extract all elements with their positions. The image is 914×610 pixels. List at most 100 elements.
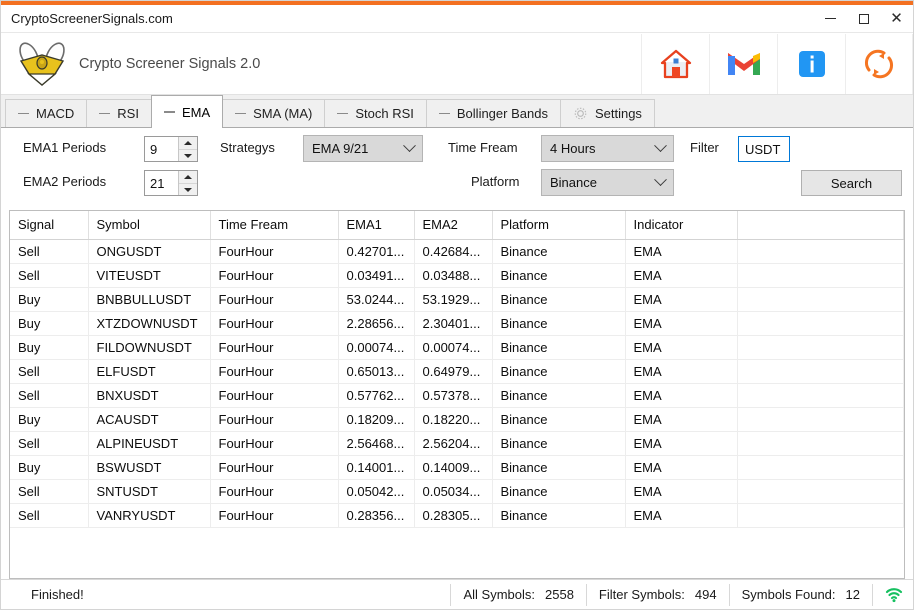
app-header: Crypto Screener Signals 2.0 xyxy=(1,33,913,95)
column-header-indicator[interactable]: Indicator xyxy=(625,211,738,240)
gear-icon xyxy=(574,107,587,120)
column-header-timefream[interactable]: Time Fream xyxy=(210,211,339,240)
timeframe-label: Time Fream xyxy=(448,140,518,155)
bee-logo-icon xyxy=(19,41,65,86)
strategys-value: EMA 9/21 xyxy=(312,141,369,156)
ema1-spin-down[interactable] xyxy=(179,149,197,161)
tab-ema[interactable]: EMA xyxy=(150,95,224,128)
minimize-button[interactable] xyxy=(814,5,847,33)
chevron-down-icon xyxy=(403,139,416,153)
all-symbols-label: All Symbols: xyxy=(463,587,535,602)
table-row[interactable]: Sell BNXUSDT FourHour 0.57762... 0.57378... B… xyxy=(10,383,904,408)
column-header-signal[interactable]: Signal xyxy=(10,211,89,240)
table-row[interactable]: Buy BNBBULLUSDT FourHour 53.0244... 53.1929.… xyxy=(10,287,904,312)
tab-stoch-rsi[interactable]: Stoch RSI xyxy=(324,99,427,127)
ema1-periods-label: EMA1 Periods xyxy=(23,140,107,155)
ema2-spin-down[interactable] xyxy=(179,183,197,195)
close-button[interactable]: ✕ xyxy=(880,5,913,33)
tab-label: Settings xyxy=(594,106,642,121)
chevron-down-icon xyxy=(654,173,667,187)
cell-blank xyxy=(737,287,904,312)
triangle-up-icon xyxy=(184,175,192,179)
cell-blank xyxy=(737,311,904,336)
column-header-ema2[interactable]: EMA2 xyxy=(414,211,493,240)
cell-signal: Sell xyxy=(10,263,89,288)
column-header-symbol[interactable]: Symbol xyxy=(88,211,211,240)
cell-platform: Binance xyxy=(492,335,626,360)
tab-settings[interactable]: Settings xyxy=(559,99,655,127)
filter-input[interactable]: USDT xyxy=(738,136,790,162)
gmail-icon xyxy=(727,52,760,75)
cell-blank xyxy=(737,479,904,504)
symbols-found-stat: Symbols Found: 12 xyxy=(728,583,872,606)
cell-indicator: EMA xyxy=(625,503,738,528)
table-row[interactable]: Buy XTZDOWNUSDT FourHour 2.28656... 2.30401.… xyxy=(10,311,904,336)
cell-indicator: EMA xyxy=(625,383,738,408)
cell-platform: Binance xyxy=(492,479,626,504)
cell-platform: Binance xyxy=(492,407,626,432)
title-bar: CryptoScreenerSignals.com ✕ xyxy=(1,5,913,33)
cell-ema2: 0.57378... xyxy=(414,383,493,408)
tab-macd[interactable]: MACD xyxy=(5,99,88,127)
column-header-blank[interactable] xyxy=(737,211,904,240)
cell-platform: Binance xyxy=(492,359,626,384)
cell-blank xyxy=(737,263,904,288)
cell-timefream: FourHour xyxy=(210,263,339,288)
cell-indicator: EMA xyxy=(625,359,738,384)
cell-timefream: FourHour xyxy=(210,287,339,312)
ema2-spinner xyxy=(178,171,197,195)
timeframe-dropdown[interactable]: 4 Hours xyxy=(541,135,674,162)
ema2-periods-stepper[interactable]: 21 xyxy=(144,170,198,196)
search-button[interactable]: Search xyxy=(801,170,902,196)
cell-ema1: 0.18209... xyxy=(338,407,415,432)
platform-dropdown[interactable]: Binance xyxy=(541,169,674,196)
ema1-periods-value[interactable]: 9 xyxy=(145,137,178,161)
cell-ema1: 0.28356... xyxy=(338,503,415,528)
all-symbols-stat: All Symbols: 2558 xyxy=(450,583,585,606)
cell-blank xyxy=(737,455,904,480)
table-row[interactable]: Sell ELFUSDT FourHour 0.65013... 0.64979... B… xyxy=(10,359,904,384)
table-row[interactable]: Sell ALPINEUSDT FourHour 2.56468... 2.56204.… xyxy=(10,431,904,456)
table-row[interactable]: Sell SNTUSDT FourHour 0.05042... 0.05034... B… xyxy=(10,479,904,504)
ema2-periods-value[interactable]: 21 xyxy=(145,171,178,195)
dash-icon xyxy=(163,111,175,113)
home-icon xyxy=(660,49,691,78)
ema2-spin-up[interactable] xyxy=(179,171,197,183)
table-row[interactable]: Sell VITEUSDT FourHour 0.03491... 0.03488...… xyxy=(10,263,904,288)
table-row[interactable]: Buy ACAUSDT FourHour 0.18209... 0.18220... Bi… xyxy=(10,407,904,432)
refresh-button[interactable] xyxy=(845,33,913,94)
cell-ema2: 0.03488... xyxy=(414,263,493,288)
dash-icon xyxy=(438,112,450,115)
maximize-icon xyxy=(858,13,869,24)
ema1-periods-stepper[interactable]: 9 xyxy=(144,136,198,162)
home-button[interactable] xyxy=(641,33,709,94)
strategys-dropdown[interactable]: EMA 9/21 xyxy=(303,135,423,162)
column-header-ema1[interactable]: EMA1 xyxy=(338,211,415,240)
info-button[interactable] xyxy=(777,33,845,94)
table-row[interactable]: Buy BSWUSDT FourHour 0.14001... 0.14009... Bi… xyxy=(10,455,904,480)
table-row[interactable]: Sell ONGUSDT FourHour 0.42701... 0.42684... B… xyxy=(10,239,904,264)
cell-symbol: VITEUSDT xyxy=(88,263,211,288)
cell-indicator: EMA xyxy=(625,335,738,360)
gmail-button[interactable] xyxy=(709,33,777,94)
cell-ema2: 0.28305... xyxy=(414,503,493,528)
tab-bar: MACD RSI EMA SMA (MA) Stoch RSI Bollinge… xyxy=(1,95,913,128)
filter-symbols-label: Filter Symbols: xyxy=(598,587,685,602)
platform-value: Binance xyxy=(550,175,597,190)
tab-bollinger-bands[interactable]: Bollinger Bands xyxy=(425,99,561,127)
tab-sma[interactable]: SMA (MA) xyxy=(222,99,326,127)
cell-indicator: EMA xyxy=(625,287,738,312)
column-header-platform[interactable]: Platform xyxy=(492,211,626,240)
cell-blank xyxy=(737,335,904,360)
cell-timefream: FourHour xyxy=(210,311,339,336)
maximize-button[interactable] xyxy=(847,5,880,33)
table-row[interactable]: Sell VANRYUSDT FourHour 0.28356... 0.28305..… xyxy=(10,503,904,528)
tab-rsi[interactable]: RSI xyxy=(86,99,152,127)
ema1-spin-up[interactable] xyxy=(179,137,197,149)
table-row[interactable]: Buy FILDOWNUSDT FourHour 0.00074... 0.00074.… xyxy=(10,335,904,360)
cell-ema1: 0.00074... xyxy=(338,335,415,360)
results-grid[interactable]: Signal Symbol Time Fream EMA1 EMA2 Platf… xyxy=(9,210,905,579)
cell-ema1: 2.28656... xyxy=(338,311,415,336)
cell-signal: Buy xyxy=(10,407,89,432)
cell-platform: Binance xyxy=(492,263,626,288)
